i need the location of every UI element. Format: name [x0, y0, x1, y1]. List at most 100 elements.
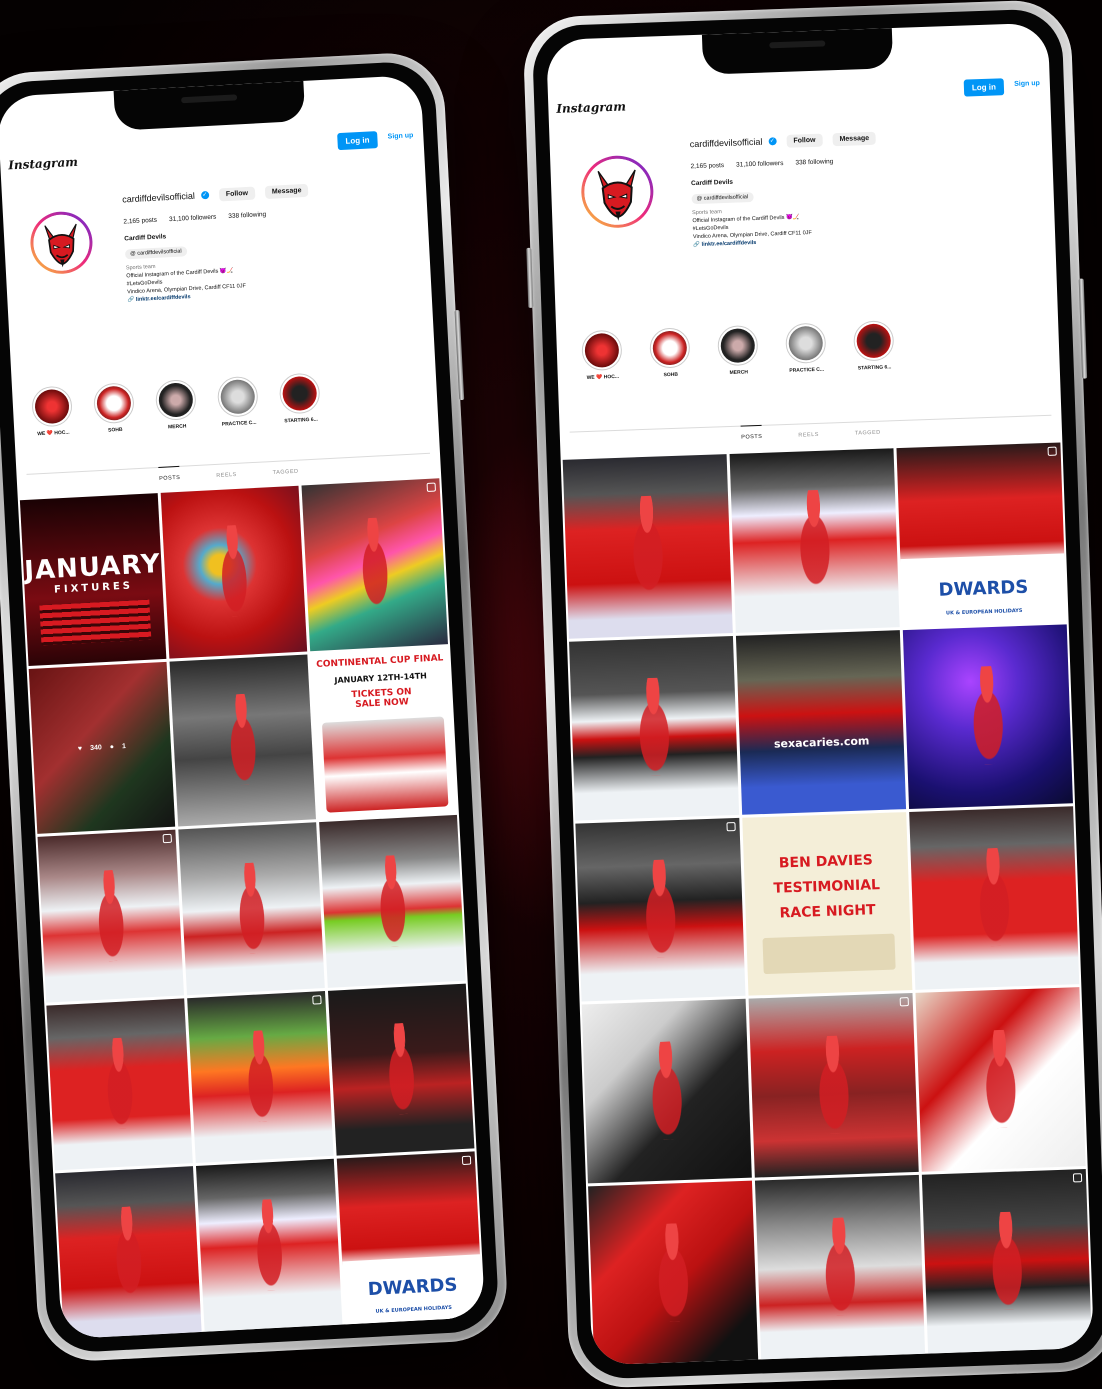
volume-button: [526, 247, 534, 308]
following-count[interactable]: 338 following: [795, 158, 833, 166]
instagram-topbar: Instagram Log in Sign up: [548, 77, 1051, 128]
highlight-item[interactable]: SOHB: [92, 382, 138, 454]
profile-bio: Sports team Official Instagram of the Ca…: [692, 197, 1051, 249]
post-thumbnail[interactable]: [46, 998, 193, 1171]
bezel: Instagram Log in Sign up cardiffdevilsof…: [0, 60, 500, 1354]
player-silhouette: [96, 1037, 143, 1131]
post-thumbnail[interactable]: [319, 815, 466, 988]
reel-icon: [312, 994, 322, 1005]
profile-avatar[interactable]: [580, 154, 655, 230]
post-thumbnail[interactable]: [169, 654, 316, 827]
post-thumbnail[interactable]: [748, 993, 919, 1178]
post-thumbnail[interactable]: [55, 1166, 202, 1340]
cardiff-devils-logo: [32, 213, 91, 273]
signup-link[interactable]: Sign up: [388, 132, 414, 140]
post-thumbnail[interactable]: [160, 485, 308, 659]
post-thumbnail[interactable]: CONTINENTAL CUP FINAL JANUARY 12TH-14TH TI…: [310, 646, 457, 820]
tab-posts[interactable]: POSTS: [740, 424, 763, 449]
highlight-item[interactable]: MERCH: [716, 324, 760, 396]
cardiff-devils-logo: [583, 157, 652, 226]
login-button[interactable]: Log in: [337, 131, 378, 151]
highlight-item[interactable]: WE ❤️ HOC...: [580, 329, 624, 401]
highlight-item[interactable]: PRACTICE C...: [216, 375, 262, 448]
profile-header: cardiffdevilsofficial ✓ Follow Message 2…: [549, 121, 1058, 338]
post-thumbnail[interactable]: [909, 805, 1080, 991]
post-thumbnail[interactable]: [754, 1175, 926, 1360]
profile-info: cardiffdevilsofficial ✓ Follow Message 2…: [689, 121, 1051, 249]
highlight-item[interactable]: STARTING 6...: [852, 320, 896, 391]
instagram-screen: Instagram Log in Sign up cardiffdevilsof…: [0, 74, 486, 1340]
highlight-label: SOHB: [663, 371, 679, 379]
speaker: [181, 94, 238, 104]
highlight-label: MERCH: [167, 423, 187, 431]
tab-reels[interactable]: REELS: [216, 464, 238, 487]
highlight-item[interactable]: STARTING 6...: [278, 372, 324, 444]
tab-posts[interactable]: POSTS: [158, 465, 181, 490]
highlight-item[interactable]: MERCH: [154, 378, 200, 451]
verified-badge-icon: ✓: [768, 137, 777, 146]
notch: [701, 28, 894, 75]
post-thumbnail[interactable]: [575, 817, 746, 1002]
post-thumbnail[interactable]: [301, 478, 448, 651]
follow-button[interactable]: Follow: [218, 186, 256, 201]
post-thumbnail[interactable]: BEN DAVIES TESTIMONIAL RACE NIGHT: [742, 811, 913, 997]
post-thumbnail[interactable]: sexacaries.com: [735, 629, 907, 815]
player-silhouette: [351, 517, 398, 611]
post-thumbnail[interactable]: ♥ 340 ● 1: [28, 661, 176, 835]
highlight-item[interactable]: WE ❤️ HOC...: [30, 385, 76, 457]
instagram-logo: Instagram: [556, 99, 627, 116]
highlight-item[interactable]: SOHB: [648, 327, 692, 398]
profile-stats: 2,165 posts 31,100 followers 338 followi…: [690, 151, 1048, 170]
followers-count[interactable]: 31,100 followers: [736, 160, 784, 169]
testimonial-line1: BEN DAVIES: [778, 852, 874, 872]
post-thumbnail[interactable]: [921, 1169, 1092, 1354]
player-silhouette: [237, 1029, 284, 1123]
post-thumbnail[interactable]: [327, 983, 475, 1157]
post-thumbnail[interactable]: DWARDS UK & EUROPEAN HOLIDAYS: [336, 1151, 484, 1325]
player-silhouette: [627, 677, 681, 778]
following-count[interactable]: 338 following: [228, 211, 266, 220]
posts-count[interactable]: 2,165 posts: [123, 217, 157, 226]
message-button[interactable]: Message: [832, 131, 877, 146]
tab-tagged[interactable]: TAGGED: [272, 461, 299, 484]
threads-badge[interactable]: @ cardiffdevilsofficial: [124, 246, 187, 260]
player-silhouette: [87, 868, 134, 962]
player-silhouette: [961, 665, 1015, 766]
follow-button[interactable]: Follow: [786, 133, 823, 148]
fixtures-table: [39, 599, 152, 646]
post-thumbnail[interactable]: DWARDS UK & EUROPEAN HOLIDAYS: [896, 442, 1067, 627]
post-thumbnail[interactable]: [569, 635, 740, 821]
threads-badge[interactable]: @ cardiffdevilsofficial: [691, 192, 754, 205]
message-button[interactable]: Message: [264, 183, 309, 199]
signup-link[interactable]: Sign up: [1014, 80, 1040, 88]
reel-icon: [1047, 446, 1057, 456]
highlight-item[interactable]: PRACTICE C...: [784, 322, 828, 394]
post-thumbnail[interactable]: JANUARY FIXTURES: [19, 493, 167, 666]
player-silhouette: [621, 495, 674, 596]
comment-icon: ●: [109, 743, 115, 751]
notch: [113, 80, 306, 131]
posts-count[interactable]: 2,165 posts: [690, 162, 724, 170]
profile-avatar[interactable]: [28, 210, 95, 276]
player-silhouette: [210, 524, 257, 618]
post-thumbnail[interactable]: [562, 454, 733, 639]
post-thumbnail[interactable]: [902, 624, 1073, 809]
reel-icon: [162, 833, 173, 844]
post-thumbnail[interactable]: [195, 1159, 343, 1332]
post-thumbnail[interactable]: [187, 990, 334, 1164]
post-thumbnail[interactable]: [37, 829, 185, 1003]
profile-header: cardiffdevilsofficial ✓ Follow Message 2…: [2, 173, 436, 395]
post-thumbnail[interactable]: [915, 987, 1086, 1172]
post-thumbnail[interactable]: [729, 448, 900, 633]
cup-tickets: TICKETS ON SALE NOW: [351, 686, 412, 710]
tab-tagged[interactable]: TAGGED: [854, 422, 881, 445]
followers-count[interactable]: 31,100 followers: [169, 214, 217, 223]
post-thumbnail[interactable]: [178, 822, 325, 996]
post-thumbnail[interactable]: [581, 999, 752, 1184]
post-thumbnail[interactable]: [588, 1180, 759, 1366]
tab-reels[interactable]: REELS: [798, 424, 819, 447]
posts-grid: JANUARY FIXTURES ♥ 340 ● 1 CONTINENTAL CUP FIN…: [19, 478, 484, 1340]
player-silhouette: [807, 1034, 860, 1135]
threads-handle: cardiffdevilsofficial: [703, 194, 749, 202]
login-button[interactable]: Log in: [963, 78, 1005, 97]
